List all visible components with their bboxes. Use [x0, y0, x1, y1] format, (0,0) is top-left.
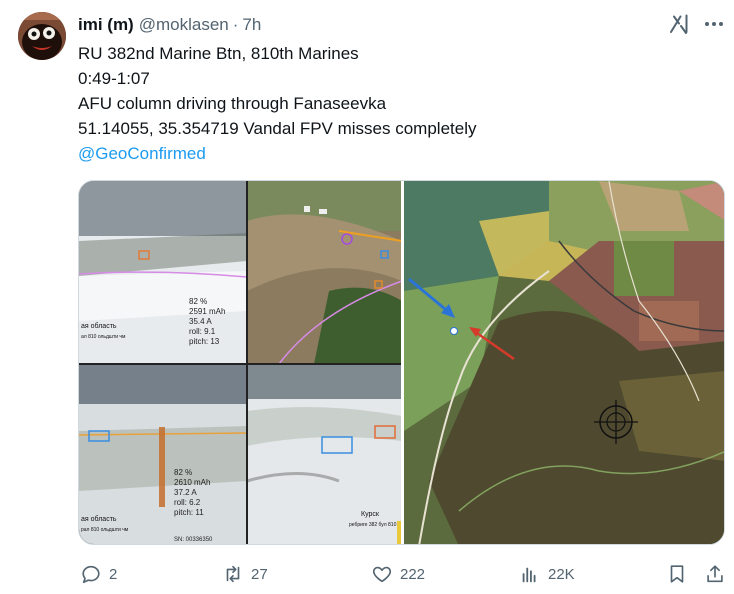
share-icon [707, 565, 723, 583]
mention-link[interactable]: @GeoConfirmed [78, 141, 718, 166]
tweet-line: AFU column driving through Fanaseevka [78, 94, 387, 113]
drone-frame-bottom-left: 82 % 2610 mAh 37.2 A roll: 6.2 pitch: 11… [79, 364, 248, 544]
drone-region: ая область [81, 322, 117, 330]
drone-stat: roll: 9.1 [189, 327, 216, 336]
handle[interactable]: @moklasen [139, 15, 229, 35]
drone-stat: 2610 mAh [174, 478, 210, 487]
like-button[interactable]: 222 [371, 560, 425, 588]
share-button[interactable] [704, 560, 726, 588]
tweet-line: 0:49-1:07 [78, 69, 150, 88]
bookmark-button[interactable] [666, 560, 688, 588]
tweet-line: 51.14055, 35.354719 Vandal FPV misses co… [78, 119, 477, 138]
drone-frame-bottom-right: Курск ребриге 382 бул 810 [246, 364, 402, 544]
repost-count: 27 [251, 565, 268, 583]
reply-count: 2 [109, 565, 118, 583]
drone-frame-top-left: 82 % 2591 mAh 35.4 A roll: 9.1 pitch: 13… [79, 181, 248, 364]
avatar[interactable] [18, 12, 66, 60]
tweet: imi (m) @moklasen · 7h RU 382nd Marine B… [0, 0, 734, 594]
tweet-header: imi (m) @moklasen · 7h [78, 14, 261, 36]
like-count: 222 [400, 565, 426, 583]
like-icon [372, 566, 392, 583]
drone-stat: 82 % [189, 297, 207, 306]
satellite-frame-top-right [247, 181, 403, 365]
reply-icon [82, 565, 100, 584]
drone-stat: 35.4 A [189, 317, 212, 326]
action-bar: 2 27 222 22K [78, 560, 728, 588]
drone-caption: ал 810 ольдшти чм [81, 334, 126, 340]
timestamp[interactable]: 7h [242, 15, 261, 35]
separator: · [232, 15, 239, 34]
drone-stat: roll: 6.2 [174, 498, 201, 507]
display-name[interactable]: imi (m) [78, 15, 134, 35]
drone-stat: 82 % [174, 468, 192, 477]
drone-id: SN: 00336350 [174, 537, 213, 543]
grok-icon[interactable] [668, 12, 692, 36]
drone-region: Курск [361, 511, 380, 518]
drone-stat: 2591 mAh [189, 307, 225, 316]
drone-stat: pitch: 11 [174, 508, 204, 517]
more-icon[interactable] [702, 12, 726, 36]
satellite-map [404, 181, 724, 544]
reply-button[interactable]: 2 [80, 560, 117, 588]
repost-button[interactable]: 27 [222, 560, 268, 588]
views-button[interactable]: 22K [519, 560, 575, 588]
repost-icon [226, 565, 240, 583]
views-count: 22K [548, 565, 575, 583]
drone-stat: pitch: 13 [189, 337, 220, 346]
drone-stat: 37.2 A [174, 488, 197, 497]
drone-caption: рал 810 ольдшти чм [81, 527, 129, 533]
drone-caption: ребриге 382 бул 810 [349, 522, 397, 528]
bookmark-icon [670, 565, 684, 583]
media-image[interactable]: 82 % 2591 mAh 35.4 A roll: 9.1 pitch: 13… [78, 180, 725, 545]
drone-region: ая область [81, 515, 117, 523]
tweet-text: RU 382nd Marine Btn, 810th Marines 0:49-… [78, 41, 718, 166]
views-icon [522, 567, 536, 583]
avatar-image [18, 12, 66, 60]
tweet-line: RU 382nd Marine Btn, 810th Marines [78, 44, 359, 63]
